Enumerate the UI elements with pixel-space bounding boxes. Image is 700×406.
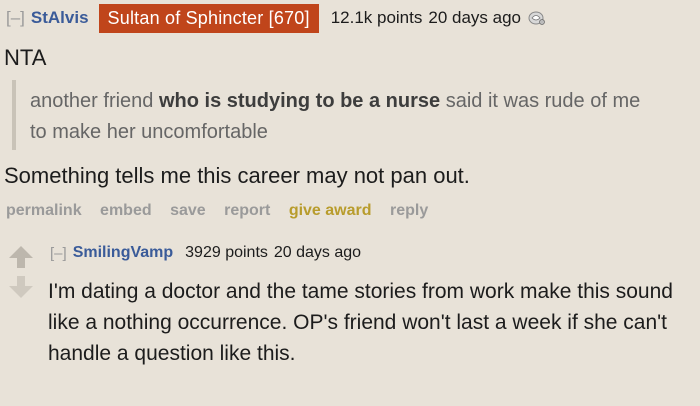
give-award-link[interactable]: give award xyxy=(289,202,372,219)
quote-part-1: another friend xyxy=(30,90,159,112)
silver-award-icon[interactable] xyxy=(527,9,547,27)
comment-action-links: permalink embed save report give award r… xyxy=(6,202,442,220)
upvote-arrow-icon[interactable] xyxy=(9,246,33,268)
comment-time[interactable]: 20 days ago xyxy=(428,8,521,28)
quote-text: another friend who is studying to be a n… xyxy=(30,86,650,148)
comment-points: 12.1k points xyxy=(330,8,423,27)
user-flair: Sultan of Sphincter [670] xyxy=(98,3,319,33)
comment-author-link[interactable]: StAlvis xyxy=(31,8,89,28)
vote-arrows xyxy=(8,244,34,304)
permalink-link[interactable]: permalink xyxy=(6,202,82,219)
save-link[interactable]: save xyxy=(170,202,206,219)
embed-link[interactable]: embed xyxy=(100,202,152,219)
reply-author-link[interactable]: SmilingVamp xyxy=(73,244,173,262)
collapse-button[interactable]: [–] xyxy=(6,8,25,28)
reply-points: 3929 points xyxy=(185,244,268,261)
comment-tagline: [–] StAlvis Sultan of Sphincter [670] 12… xyxy=(6,3,547,33)
comment-body-career: Something tells me this career may not p… xyxy=(4,163,470,188)
quote-bold: who is studying to be a nurse xyxy=(158,90,441,112)
reply-collapse-button[interactable]: [–] xyxy=(50,245,67,262)
comment-body-nta: NTA xyxy=(4,45,47,70)
downvote-arrow-icon[interactable] xyxy=(9,276,33,298)
reply-tagline: [–] SmilingVamp 3929 points 20 days ago xyxy=(50,244,361,262)
reply-body: I'm dating a doctor and the tame stories… xyxy=(48,280,673,365)
reply-link[interactable]: reply xyxy=(390,202,428,219)
blockquote: another friend who is studying to be a n… xyxy=(12,80,656,150)
reply-comment: [–] SmilingVamp 3929 points 20 days ago … xyxy=(0,236,700,406)
report-link[interactable]: report xyxy=(224,202,270,219)
reply-time[interactable]: 20 days ago xyxy=(274,244,361,262)
